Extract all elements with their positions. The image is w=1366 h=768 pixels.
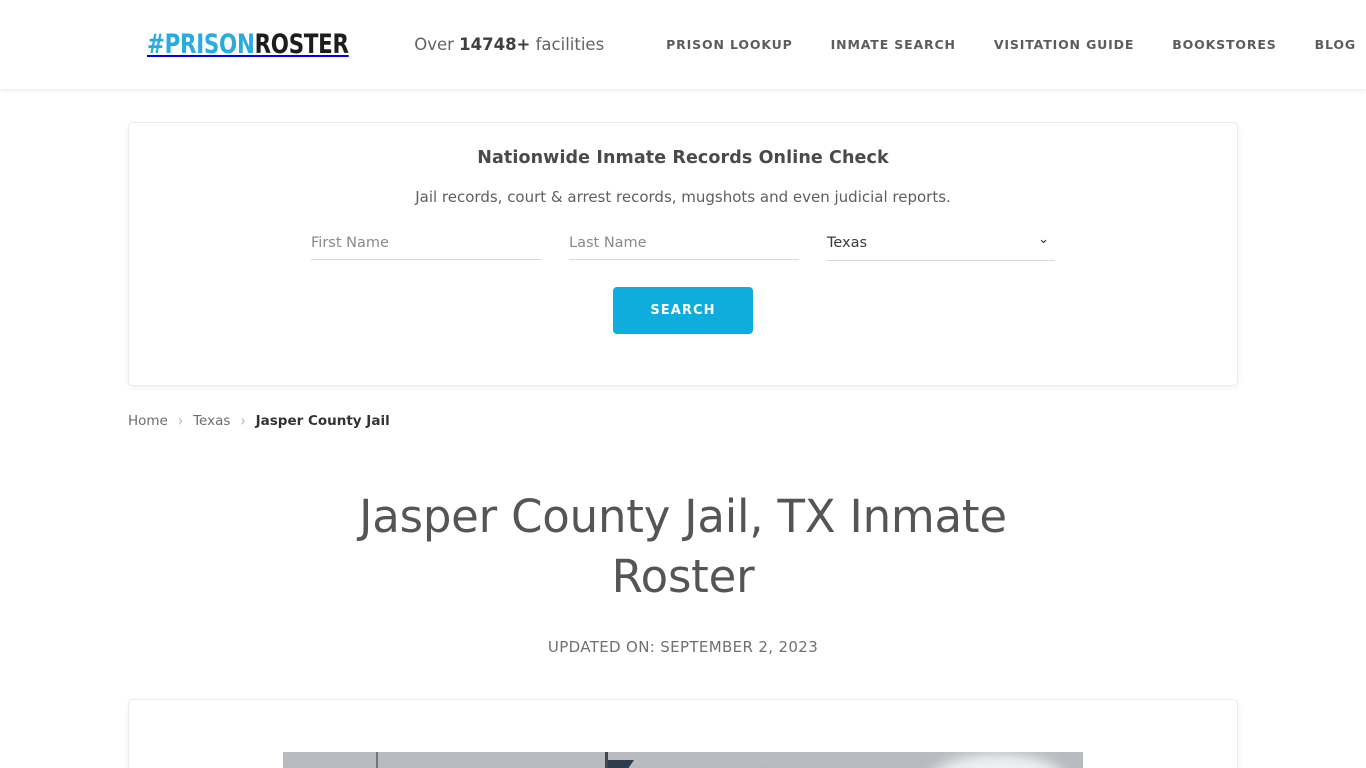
logo-prefix: #PRISON [147, 29, 255, 60]
last-name-input[interactable] [569, 233, 799, 260]
breadcrumb: Home › Texas › Jasper County Jail [128, 411, 1238, 431]
breadcrumb-separator-icon: › [240, 411, 246, 431]
facility-photo [283, 752, 1083, 768]
cloud-shape [923, 754, 1073, 768]
nav-item-inmate-search[interactable]: INMATE SEARCH [812, 37, 975, 52]
breadcrumb-item-texas[interactable]: Texas [193, 413, 230, 429]
facilities-number: 14748+ [459, 35, 531, 54]
facilities-count-label: Over 14748+ facilities [414, 35, 604, 54]
site-header: #PRISONROSTER Over 14748+ facilities PRI… [0, 0, 1366, 89]
page-title: Jasper County Jail, TX Inmate Roster [359, 490, 1007, 603]
logo-suffix: ROSTER [254, 29, 349, 60]
facility-article-card [128, 699, 1238, 768]
page-body: Nationwide Inmate Records Online Check J… [0, 122, 1366, 768]
content-container: Nationwide Inmate Records Online Check J… [128, 122, 1238, 768]
facilities-suffix: facilities [530, 35, 605, 54]
inmate-search-card: Nationwide Inmate Records Online Check J… [128, 122, 1238, 386]
nav-item-bookstores[interactable]: BOOKSTORES [1153, 37, 1295, 52]
site-logo[interactable]: #PRISONROSTER [147, 31, 349, 58]
facilities-prefix: Over [414, 35, 460, 54]
nav-item-prison-lookup[interactable]: PRISON LOOKUP [647, 37, 811, 52]
header-inner: #PRISONROSTER Over 14748+ facilities PRI… [0, 31, 1366, 58]
breadcrumb-item-current: Jasper County Jail [255, 413, 390, 429]
last-name-field [569, 232, 799, 261]
state-select-wrapper: Texas ⌄ [827, 232, 1055, 261]
search-button-row: SEARCH [129, 287, 1237, 334]
updated-on-label: UPDATED ON: SEPTEMBER 2, 2023 [547, 638, 819, 656]
nav-item-visitation-guide[interactable]: VISITATION GUIDE [975, 37, 1153, 52]
nav-item-blog[interactable]: BLOG [1296, 37, 1366, 52]
state-field: Texas ⌄ [827, 232, 1055, 261]
flagpole-icon [376, 752, 378, 768]
breadcrumb-item-home[interactable]: Home [128, 413, 168, 429]
search-card-title: Nationwide Inmate Records Online Check [477, 148, 889, 168]
search-card-subtitle: Jail records, court & arrest records, mu… [415, 188, 951, 206]
flag-icon [608, 760, 634, 768]
breadcrumb-separator-icon: › [177, 411, 184, 431]
main-navigation: PRISON LOOKUP INMATE SEARCH VISITATION G… [647, 37, 1366, 52]
inmate-search-form: Texas ⌄ [129, 232, 1237, 261]
state-select[interactable]: Texas [827, 233, 1055, 261]
first-name-field [311, 232, 541, 261]
search-button[interactable]: SEARCH [613, 287, 753, 334]
first-name-input[interactable] [311, 233, 541, 260]
